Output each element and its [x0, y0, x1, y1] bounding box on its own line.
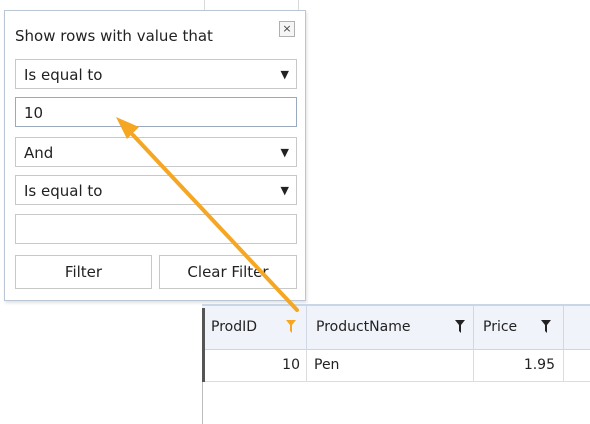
dropdown-arrow-icon: ▼: [280, 68, 289, 81]
clear-filter-button[interactable]: Clear Filter: [159, 255, 297, 289]
close-icon[interactable]: ×: [279, 21, 295, 37]
filter-value1-input[interactable]: 10: [15, 97, 297, 127]
logic-operator-value: And: [24, 144, 54, 162]
column-header-prodid[interactable]: ProdID: [202, 306, 307, 350]
condition2-value: Is equal to: [24, 182, 103, 200]
cell-prodid[interactable]: 10: [202, 350, 307, 381]
condition1-value: Is equal to: [24, 66, 103, 84]
logic-operator-select[interactable]: And ▼: [15, 137, 297, 167]
filter-button[interactable]: Filter: [15, 255, 152, 289]
condition2-select[interactable]: Is equal to ▼: [15, 175, 297, 205]
row-indicator: [202, 308, 205, 382]
active-filter-icon[interactable]: [286, 320, 296, 333]
cell-productname[interactable]: Pen: [307, 350, 474, 381]
popup-title: Show rows with value that: [15, 27, 213, 45]
filter-popup: Show rows with value that × Is equal to …: [4, 10, 306, 301]
column-header-label: ProductName: [316, 319, 411, 335]
filter-value2-input[interactable]: [15, 214, 297, 244]
column-header-label: ProdID: [211, 319, 258, 335]
grid-header: ProdID ProductName Price: [202, 304, 590, 350]
cell-price[interactable]: 1.95: [474, 350, 564, 381]
table-row[interactable]: 10 Pen 1.95: [202, 350, 590, 382]
grid-left-border: [202, 382, 203, 424]
column-header-label: Price: [483, 319, 518, 335]
background-divider-left: [204, 0, 205, 10]
data-grid: ProdID ProductName Price 10 Pen 1.95: [202, 304, 590, 424]
filter-value1-text: 10: [24, 104, 44, 122]
background-divider-right: [298, 0, 299, 10]
filter-icon[interactable]: [455, 320, 465, 333]
column-header-price[interactable]: Price: [474, 306, 564, 350]
condition1-select[interactable]: Is equal to ▼: [15, 59, 297, 89]
dropdown-arrow-icon: ▼: [280, 146, 289, 159]
dropdown-arrow-icon: ▼: [280, 184, 289, 197]
filter-icon[interactable]: [541, 320, 551, 333]
column-header-productname[interactable]: ProductName: [307, 306, 474, 350]
